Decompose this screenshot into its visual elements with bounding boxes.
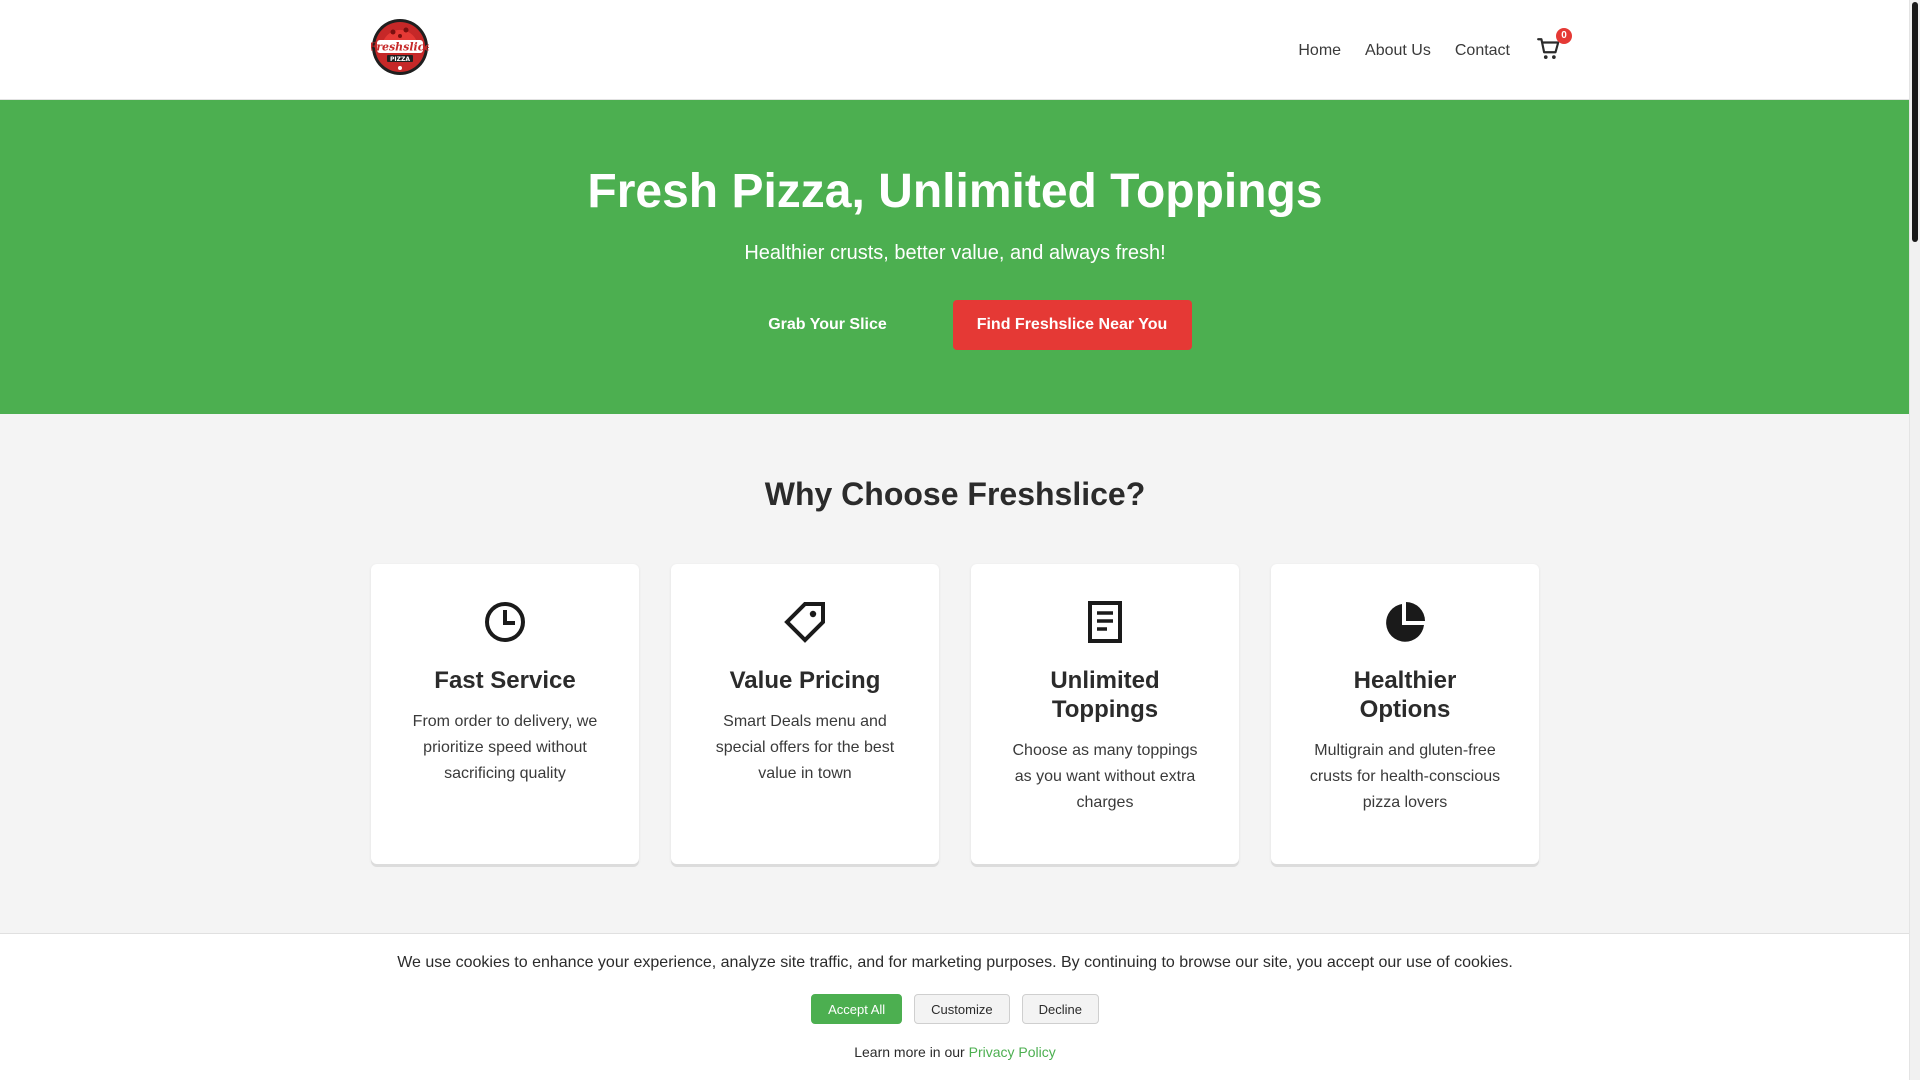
page-scrollbar[interactable] [1909, 0, 1920, 1080]
learn-more-text: Learn more in our [854, 1044, 965, 1060]
logo-text-top: Freshslice [371, 41, 429, 54]
feature-text: Smart Deals menu and special offers for … [715, 713, 895, 782]
customize-button[interactable]: Customize [914, 994, 1010, 1024]
hero-buttons: Grab Your Slice Find Freshslice Near You [0, 300, 1910, 350]
feature-cards: Fast Service From order to delivery, we … [371, 564, 1539, 864]
nav-about-link[interactable]: About Us [1365, 42, 1431, 60]
freshslice-logo[interactable]: Freshslice PIZZA [368, 18, 431, 76]
main-nav: Home About Us Contact 0 [1298, 28, 1572, 64]
scrollbar-thumb[interactable] [1912, 2, 1918, 242]
accept-all-button[interactable]: Accept All [811, 994, 903, 1024]
document-icon [1083, 600, 1127, 644]
feature-card-value-pricing: Value Pricing Smart Deals menu and speci… [671, 564, 939, 864]
cookie-buttons: Accept All Customize Decline [0, 994, 1910, 1024]
logo-text-bottom: PIZZA [390, 56, 410, 63]
hero-title: Fresh Pizza, Unlimited Toppings [587, 165, 1323, 218]
feature-title: Healthier Options [1353, 667, 1457, 723]
feature-title: Unlimited Toppings [1050, 667, 1160, 723]
cookie-message: We use cookies to enhance your experienc… [397, 954, 1513, 971]
pie-chart-icon [1383, 600, 1427, 644]
feature-title: Fast Service [434, 667, 576, 694]
cookie-learn-more: Learn more in our Privacy Policy [0, 1044, 1910, 1060]
feature-text: Multigrain and gluten-free crusts for he… [1309, 742, 1501, 811]
cookie-banner: We use cookies to enhance your experienc… [0, 933, 1910, 1080]
logo-graphic: Freshslice PIZZA [368, 19, 431, 75]
site-header: Freshslice PIZZA Home About Us Contact 0 [0, 0, 1910, 100]
nav-home-link[interactable]: Home [1298, 42, 1341, 60]
find-store-button[interactable]: Find Freshslice Near You [952, 300, 1192, 350]
feature-text: From order to delivery, we prioritize sp… [412, 713, 598, 782]
grab-your-slice-button[interactable]: Grab Your Slice [719, 300, 937, 350]
page: Freshslice PIZZA Home About Us Contact 0… [0, 0, 1910, 1080]
feature-card-fast-service: Fast Service From order to delivery, we … [371, 564, 639, 864]
features-title: Why Choose Freshslice? [764, 476, 1146, 512]
decline-button[interactable]: Decline [1021, 994, 1099, 1024]
cart-button[interactable]: 0 [1536, 28, 1572, 62]
feature-title: Value Pricing [729, 667, 881, 694]
feature-card-unlimited-toppings: Unlimited Toppings Choose as many toppin… [971, 564, 1239, 864]
clock-icon [483, 600, 527, 644]
feature-text: Choose as many toppings as you want with… [1012, 742, 1198, 811]
privacy-policy-link[interactable]: Privacy Policy [969, 1044, 1056, 1060]
feature-card-healthier-options: Healthier Options Multigrain and gluten-… [1271, 564, 1539, 864]
nav-contact-link[interactable]: Contact [1455, 42, 1510, 60]
hero-section: Fresh Pizza, Unlimited Toppings Healthie… [0, 100, 1910, 414]
price-tag-icon [783, 600, 827, 644]
hero-subtitle: Healthier crusts, better value, and alwa… [744, 242, 1166, 264]
cart-count-badge: 0 [1556, 28, 1572, 44]
